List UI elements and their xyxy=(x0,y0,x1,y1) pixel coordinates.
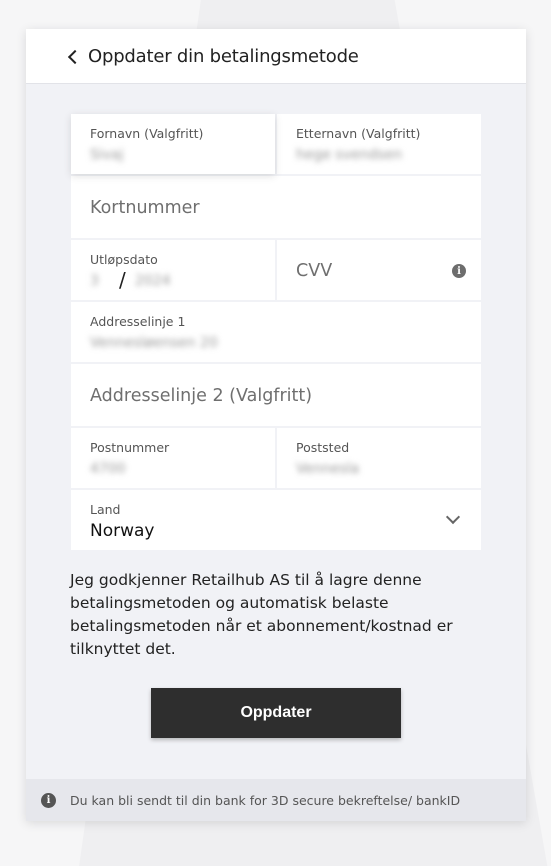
first-name-label: Fornavn (Valgfritt) xyxy=(90,126,204,141)
card-number-field[interactable]: Kortnummer xyxy=(71,176,481,238)
chevron-left-icon xyxy=(67,49,83,64)
address1-value: Vennesløensen 20 xyxy=(90,335,218,351)
first-name-value: Sivaj xyxy=(90,147,124,163)
payment-form: Fornavn (Valgfritt) Sivaj Etternavn (Val… xyxy=(71,114,481,552)
country-row: Land Norway xyxy=(71,490,481,550)
info-icon[interactable]: i xyxy=(452,264,466,278)
name-row: Fornavn (Valgfritt) Sivaj Etternavn (Val… xyxy=(71,114,481,174)
expiry-label: Utløpsdato xyxy=(90,252,158,267)
city-field[interactable]: Poststed Vennesla xyxy=(277,428,481,488)
expiry-month: 3 xyxy=(90,273,99,289)
last-name-value: hege svendsen xyxy=(296,147,403,163)
footer-note: i Du kan bli sendt til din bank for 3D s… xyxy=(26,779,526,821)
address1-field[interactable]: Addresselinje 1 Vennesløensen 20 xyxy=(71,302,481,362)
last-name-field[interactable]: Etternavn (Valgfritt) hege svendsen xyxy=(277,114,481,174)
card-number-placeholder: Kortnummer xyxy=(90,198,200,218)
address1-label: Addresselinje 1 xyxy=(90,314,186,329)
cvv-placeholder: CVV xyxy=(296,261,333,281)
expiry-field[interactable]: Utløpsdato 3 / 2024 xyxy=(71,240,275,300)
card-number-row: Kortnummer xyxy=(71,176,481,238)
consent-text: Jeg godkjenner Retailhub AS til å lagre … xyxy=(70,571,453,658)
address2-placeholder: Addresselinje 2 (Valgfritt) xyxy=(90,386,313,406)
country-label: Land xyxy=(90,502,121,517)
country-select[interactable]: Land Norway xyxy=(71,490,481,550)
expiry-separator: / xyxy=(119,268,126,292)
info-icon: i xyxy=(41,792,56,808)
cvv-field[interactable]: CVV i xyxy=(277,240,481,300)
address2-row: Addresselinje 2 (Valgfritt) xyxy=(71,364,481,426)
update-button[interactable]: Oppdater xyxy=(151,688,401,738)
postal-code-value: 4700 xyxy=(90,461,126,477)
city-value: Vennesla xyxy=(296,461,360,477)
postal-row: Postnummer 4700 Poststed Vennesla xyxy=(71,428,481,488)
first-name-field[interactable]: Fornavn (Valgfritt) Sivaj xyxy=(71,114,275,174)
footer-text: Du kan bli sendt til din bank for 3D sec… xyxy=(70,792,461,808)
address1-row: Addresselinje 1 Vennesløensen 20 xyxy=(71,302,481,362)
back-button[interactable]: Oppdater din betalingsmetode xyxy=(67,45,359,67)
page-title: Oppdater din betalingsmetode xyxy=(88,45,359,67)
last-name-label: Etternavn (Valgfritt) xyxy=(296,126,421,141)
address2-field[interactable]: Addresselinje 2 (Valgfritt) xyxy=(71,364,481,426)
chevron-down-icon[interactable] xyxy=(445,509,461,525)
postal-code-field[interactable]: Postnummer 4700 xyxy=(71,428,275,488)
expiry-year: 2024 xyxy=(135,273,171,289)
country-value: Norway xyxy=(90,521,155,541)
expiry-cvv-row: Utløpsdato 3 / 2024 CVV i xyxy=(71,240,481,300)
payment-card: Oppdater din betalingsmetode Fornavn (Va… xyxy=(26,29,526,821)
city-label: Poststed xyxy=(296,440,350,455)
header: Oppdater din betalingsmetode xyxy=(26,29,526,84)
postal-code-label: Postnummer xyxy=(90,440,170,455)
